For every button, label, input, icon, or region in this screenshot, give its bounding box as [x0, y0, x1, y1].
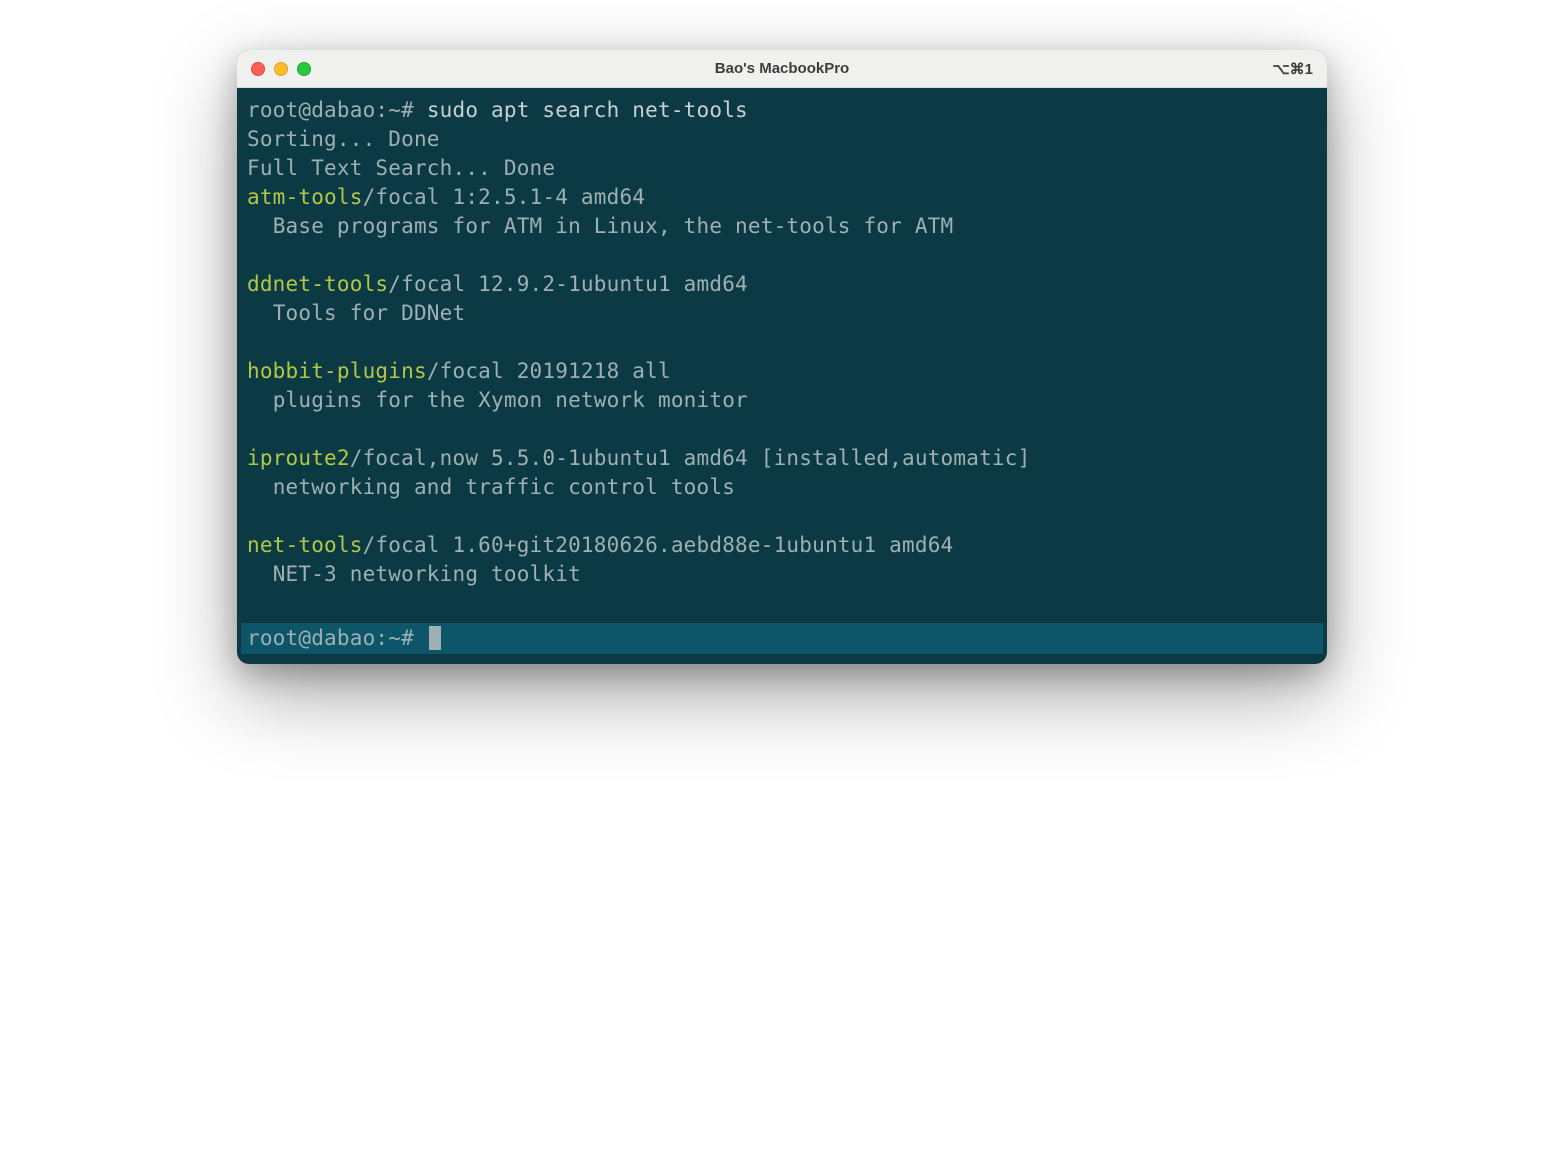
- output-fulltext: Full Text Search... Done: [241, 154, 1323, 183]
- package-desc: plugins for the Xymon network monitor: [241, 386, 1323, 415]
- package-meta: /focal,now 5.5.0-1ubuntu1 amd64 [install…: [350, 446, 1031, 470]
- blank-line: [241, 502, 1323, 531]
- terminal-body[interactable]: root@dabao:~# sudo apt search net-tools …: [237, 88, 1327, 664]
- titlebar: Bao's MacbookPro ⌥⌘1: [237, 50, 1327, 88]
- prompt: root@dabao:~#: [247, 626, 427, 650]
- blank-line: [241, 241, 1323, 270]
- traffic-lights: [251, 62, 311, 76]
- package-line: iproute2/focal,now 5.5.0-1ubuntu1 amd64 …: [241, 444, 1323, 473]
- minimize-icon[interactable]: [274, 62, 288, 76]
- package-name: atm-tools: [247, 185, 363, 209]
- prompt: root@dabao:~#: [247, 98, 427, 122]
- close-icon[interactable]: [251, 62, 265, 76]
- output-sorting: Sorting... Done: [241, 125, 1323, 154]
- package-line: atm-tools/focal 1:2.5.1-4 amd64: [241, 183, 1323, 212]
- blank-line: [241, 415, 1323, 444]
- package-meta: /focal 1.60+git20180626.aebd88e-1ubuntu1…: [363, 533, 954, 557]
- prompt-line: root@dabao:~# sudo apt search net-tools: [241, 96, 1323, 125]
- window-shortcut: ⌥⌘1: [1272, 60, 1313, 78]
- blank-line: [241, 588, 1323, 617]
- package-line: ddnet-tools/focal 12.9.2-1ubuntu1 amd64: [241, 270, 1323, 299]
- package-meta: /focal 20191218 all: [427, 359, 671, 383]
- blank-line: [241, 328, 1323, 357]
- terminal-window: Bao's MacbookPro ⌥⌘1 root@dabao:~# sudo …: [237, 50, 1327, 664]
- package-name: net-tools: [247, 533, 363, 557]
- package-desc: NET-3 networking toolkit: [241, 560, 1323, 589]
- package-name: hobbit-plugins: [247, 359, 427, 383]
- maximize-icon[interactable]: [297, 62, 311, 76]
- package-name: ddnet-tools: [247, 272, 388, 296]
- cursor-icon: [429, 626, 441, 650]
- package-desc: networking and traffic control tools: [241, 473, 1323, 502]
- package-desc: Base programs for ATM in Linux, the net-…: [241, 212, 1323, 241]
- package-line: net-tools/focal 1.60+git20180626.aebd88e…: [241, 531, 1323, 560]
- package-meta: /focal 1:2.5.1-4 amd64: [363, 185, 646, 209]
- package-line: hobbit-plugins/focal 20191218 all: [241, 357, 1323, 386]
- package-meta: /focal 12.9.2-1ubuntu1 amd64: [388, 272, 748, 296]
- package-name: iproute2: [247, 446, 350, 470]
- command-text: sudo apt search net-tools: [427, 98, 748, 122]
- package-desc: Tools for DDNet: [241, 299, 1323, 328]
- active-prompt-row[interactable]: root@dabao:~#: [241, 623, 1323, 654]
- window-title: Bao's MacbookPro: [715, 60, 849, 77]
